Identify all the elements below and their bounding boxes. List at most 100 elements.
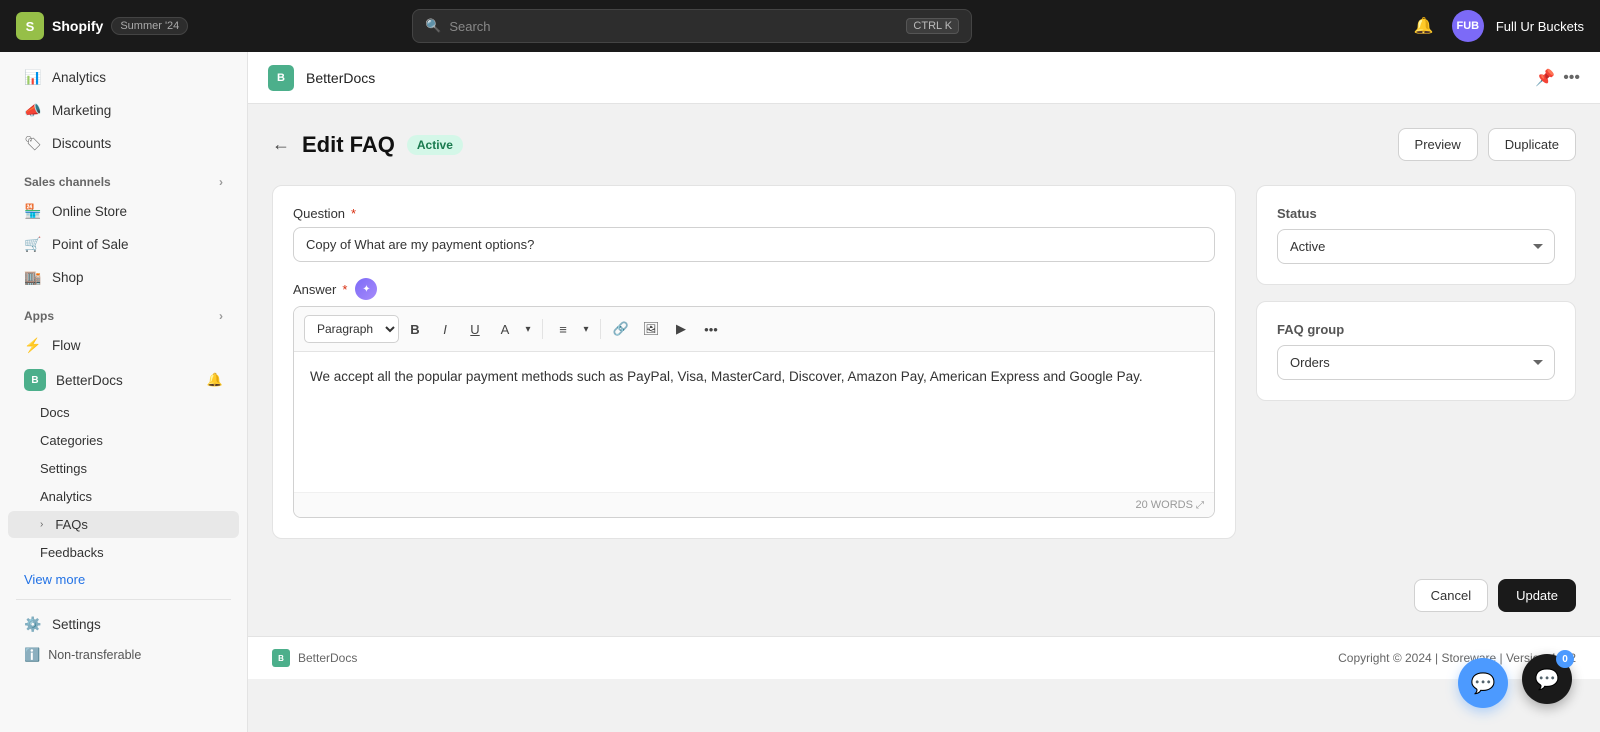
sidebar-item-point-of-sale[interactable]: 🛒 Point of Sale	[8, 228, 239, 260]
magic-ai-icon[interactable]: ✦	[355, 278, 377, 300]
app-header-bar: B BetterDocs 📌 •••	[248, 52, 1600, 104]
sidebar-subitem-categories[interactable]: Categories	[8, 427, 239, 454]
faq-group-card: FAQ group Orders	[1256, 301, 1576, 401]
video-btn[interactable]: ▶	[667, 315, 695, 343]
sidebar-label-online-store: Online Store	[52, 204, 127, 219]
paragraph-select[interactable]: Paragraph	[304, 315, 399, 343]
content-area: B BetterDocs 📌 ••• ← Edit FAQ Active Pre…	[248, 52, 1600, 732]
marketing-icon: 📣	[24, 101, 42, 119]
toolbar-divider-2	[600, 319, 601, 339]
shopify-logo[interactable]: S Shopify Summer '24	[16, 12, 188, 40]
italic-btn[interactable]: I	[431, 315, 459, 343]
sidebar-item-shop[interactable]: 🏬 Shop	[8, 261, 239, 293]
flow-icon: ⚡	[24, 336, 42, 354]
underline-btn[interactable]: U	[461, 315, 489, 343]
shopify-name: Shopify	[52, 18, 103, 34]
more-toolbar-btn[interactable]: •••	[697, 315, 725, 343]
store-name[interactable]: Full Ur Buckets	[1496, 19, 1584, 34]
faq-group-select[interactable]: Orders	[1277, 345, 1555, 380]
support-chat-bubble[interactable]: 💬	[1458, 658, 1508, 708]
align-chevron[interactable]: ▾	[578, 315, 594, 343]
chevron-apps-icon: ›	[219, 309, 223, 323]
back-button[interactable]: ←	[272, 134, 290, 155]
sidebar-item-betterdocs[interactable]: B BetterDocs 🔔	[8, 362, 239, 398]
app-footer: B BetterDocs Copyright © 2024 | Storewar…	[248, 636, 1600, 679]
page-title: Edit FAQ	[302, 132, 395, 158]
shop-icon: 🏬	[24, 268, 42, 286]
status-card: Status Active	[1256, 185, 1576, 285]
sidebar-subitem-analytics[interactable]: Analytics	[8, 483, 239, 510]
sidebar-item-flow[interactable]: ⚡ Flow	[8, 329, 239, 361]
sidebar-label-pos: Point of Sale	[52, 237, 129, 252]
topbar-right: 🔔 FUB Full Ur Buckets	[1408, 10, 1584, 42]
sidebar-label-discounts: Discounts	[52, 136, 111, 151]
chat-notification-count: 0	[1556, 650, 1574, 668]
form-layout: Question * Answer * ✦	[272, 185, 1576, 555]
apps-label: Apps	[24, 309, 54, 323]
view-more-link[interactable]: View more	[8, 568, 239, 591]
status-label: Status	[1277, 206, 1555, 221]
sidebar-label-categories: Categories	[40, 433, 103, 448]
sidebar-item-settings[interactable]: ⚙️ Settings	[8, 608, 239, 640]
info-icon: ℹ️	[24, 647, 40, 663]
faq-arrow-icon: ›	[40, 519, 43, 530]
sidebar-label-analytics-sub: Analytics	[40, 489, 92, 504]
app-header-logo: B	[268, 65, 294, 91]
more-options-button[interactable]: •••	[1563, 69, 1580, 87]
sidebar-label-shop: Shop	[52, 270, 84, 285]
link-btn[interactable]: 🔗	[607, 315, 635, 343]
question-required: *	[351, 206, 356, 221]
cancel-button[interactable]: Cancel	[1414, 579, 1488, 612]
sidebar-item-discounts[interactable]: 🏷 Discounts	[8, 127, 239, 159]
editor-body[interactable]: We accept all the popular payment method…	[294, 352, 1214, 492]
bold-btn[interactable]: B	[401, 315, 429, 343]
sales-channels-header[interactable]: Sales channels ›	[8, 167, 239, 193]
text-color-group: A ▾	[491, 315, 536, 343]
app-header-actions: 📌 •••	[1535, 68, 1580, 88]
answer-required: *	[342, 282, 347, 297]
non-transferable-item: ℹ️ Non-transferable	[8, 641, 239, 669]
sidebar-item-marketing[interactable]: 📣 Marketing	[8, 94, 239, 126]
update-button[interactable]: Update	[1498, 579, 1576, 612]
page-header-right: Preview Duplicate	[1398, 128, 1576, 161]
sidebar-label-marketing: Marketing	[52, 103, 111, 118]
toolbar-divider-1	[542, 319, 543, 339]
pin-button[interactable]: 📌	[1535, 68, 1555, 88]
text-color-btn[interactable]: A	[491, 315, 519, 343]
betterdocs-bell-icon: 🔔	[207, 372, 223, 388]
chat-notification-bubble[interactable]: 💬 0	[1522, 654, 1572, 704]
sales-channels-label: Sales channels	[24, 175, 111, 189]
sidebar-item-online-store[interactable]: 🏪 Online Store	[8, 195, 239, 227]
avatar[interactable]: FUB	[1452, 10, 1484, 42]
sidebar-label-betterdocs: BetterDocs	[56, 373, 123, 388]
search-shortcut: CTRL K	[906, 18, 959, 34]
search-bar[interactable]: 🔍 Search CTRL K	[412, 9, 972, 43]
shopify-icon: S	[16, 12, 44, 40]
sidebar-subitem-settings[interactable]: Settings	[8, 455, 239, 482]
sidebar-subitem-docs[interactable]: Docs	[8, 399, 239, 426]
notifications-button[interactable]: 🔔	[1408, 10, 1440, 42]
image-btn[interactable]: 🖼	[637, 315, 665, 343]
online-store-icon: 🏪	[24, 202, 42, 220]
resize-handle[interactable]: ⤢	[1196, 500, 1204, 511]
status-select[interactable]: Active	[1277, 229, 1555, 264]
editor-footer: 20 WORDS ⤢	[294, 492, 1214, 517]
apps-header[interactable]: Apps ›	[8, 301, 239, 327]
word-count: 20 WORDS	[1135, 499, 1192, 511]
form-main: Question * Answer * ✦	[272, 185, 1236, 555]
duplicate-button[interactable]: Duplicate	[1488, 128, 1576, 161]
align-btn[interactable]: ≡	[549, 315, 577, 343]
editor-toolbar: Paragraph B I U A ▾	[294, 307, 1214, 352]
preview-button[interactable]: Preview	[1398, 128, 1478, 161]
question-input[interactable]	[293, 227, 1215, 262]
faq-group-label: FAQ group	[1277, 322, 1555, 337]
text-color-chevron[interactable]: ▾	[520, 315, 536, 343]
sidebar-item-analytics[interactable]: 📊 Analytics	[8, 61, 239, 93]
sidebar-subitem-feedbacks[interactable]: Feedbacks	[8, 539, 239, 566]
non-transferable-label: Non-transferable	[48, 648, 141, 662]
form-sidebar-panel: Status Active FAQ group Orders	[1256, 185, 1576, 417]
sidebar-subitem-faqs[interactable]: › FAQs	[8, 511, 239, 538]
sidebar-label-faqs: FAQs	[55, 517, 88, 532]
page-header: ← Edit FAQ Active Preview Duplicate	[272, 128, 1576, 161]
question-card: Question * Answer * ✦	[272, 185, 1236, 539]
